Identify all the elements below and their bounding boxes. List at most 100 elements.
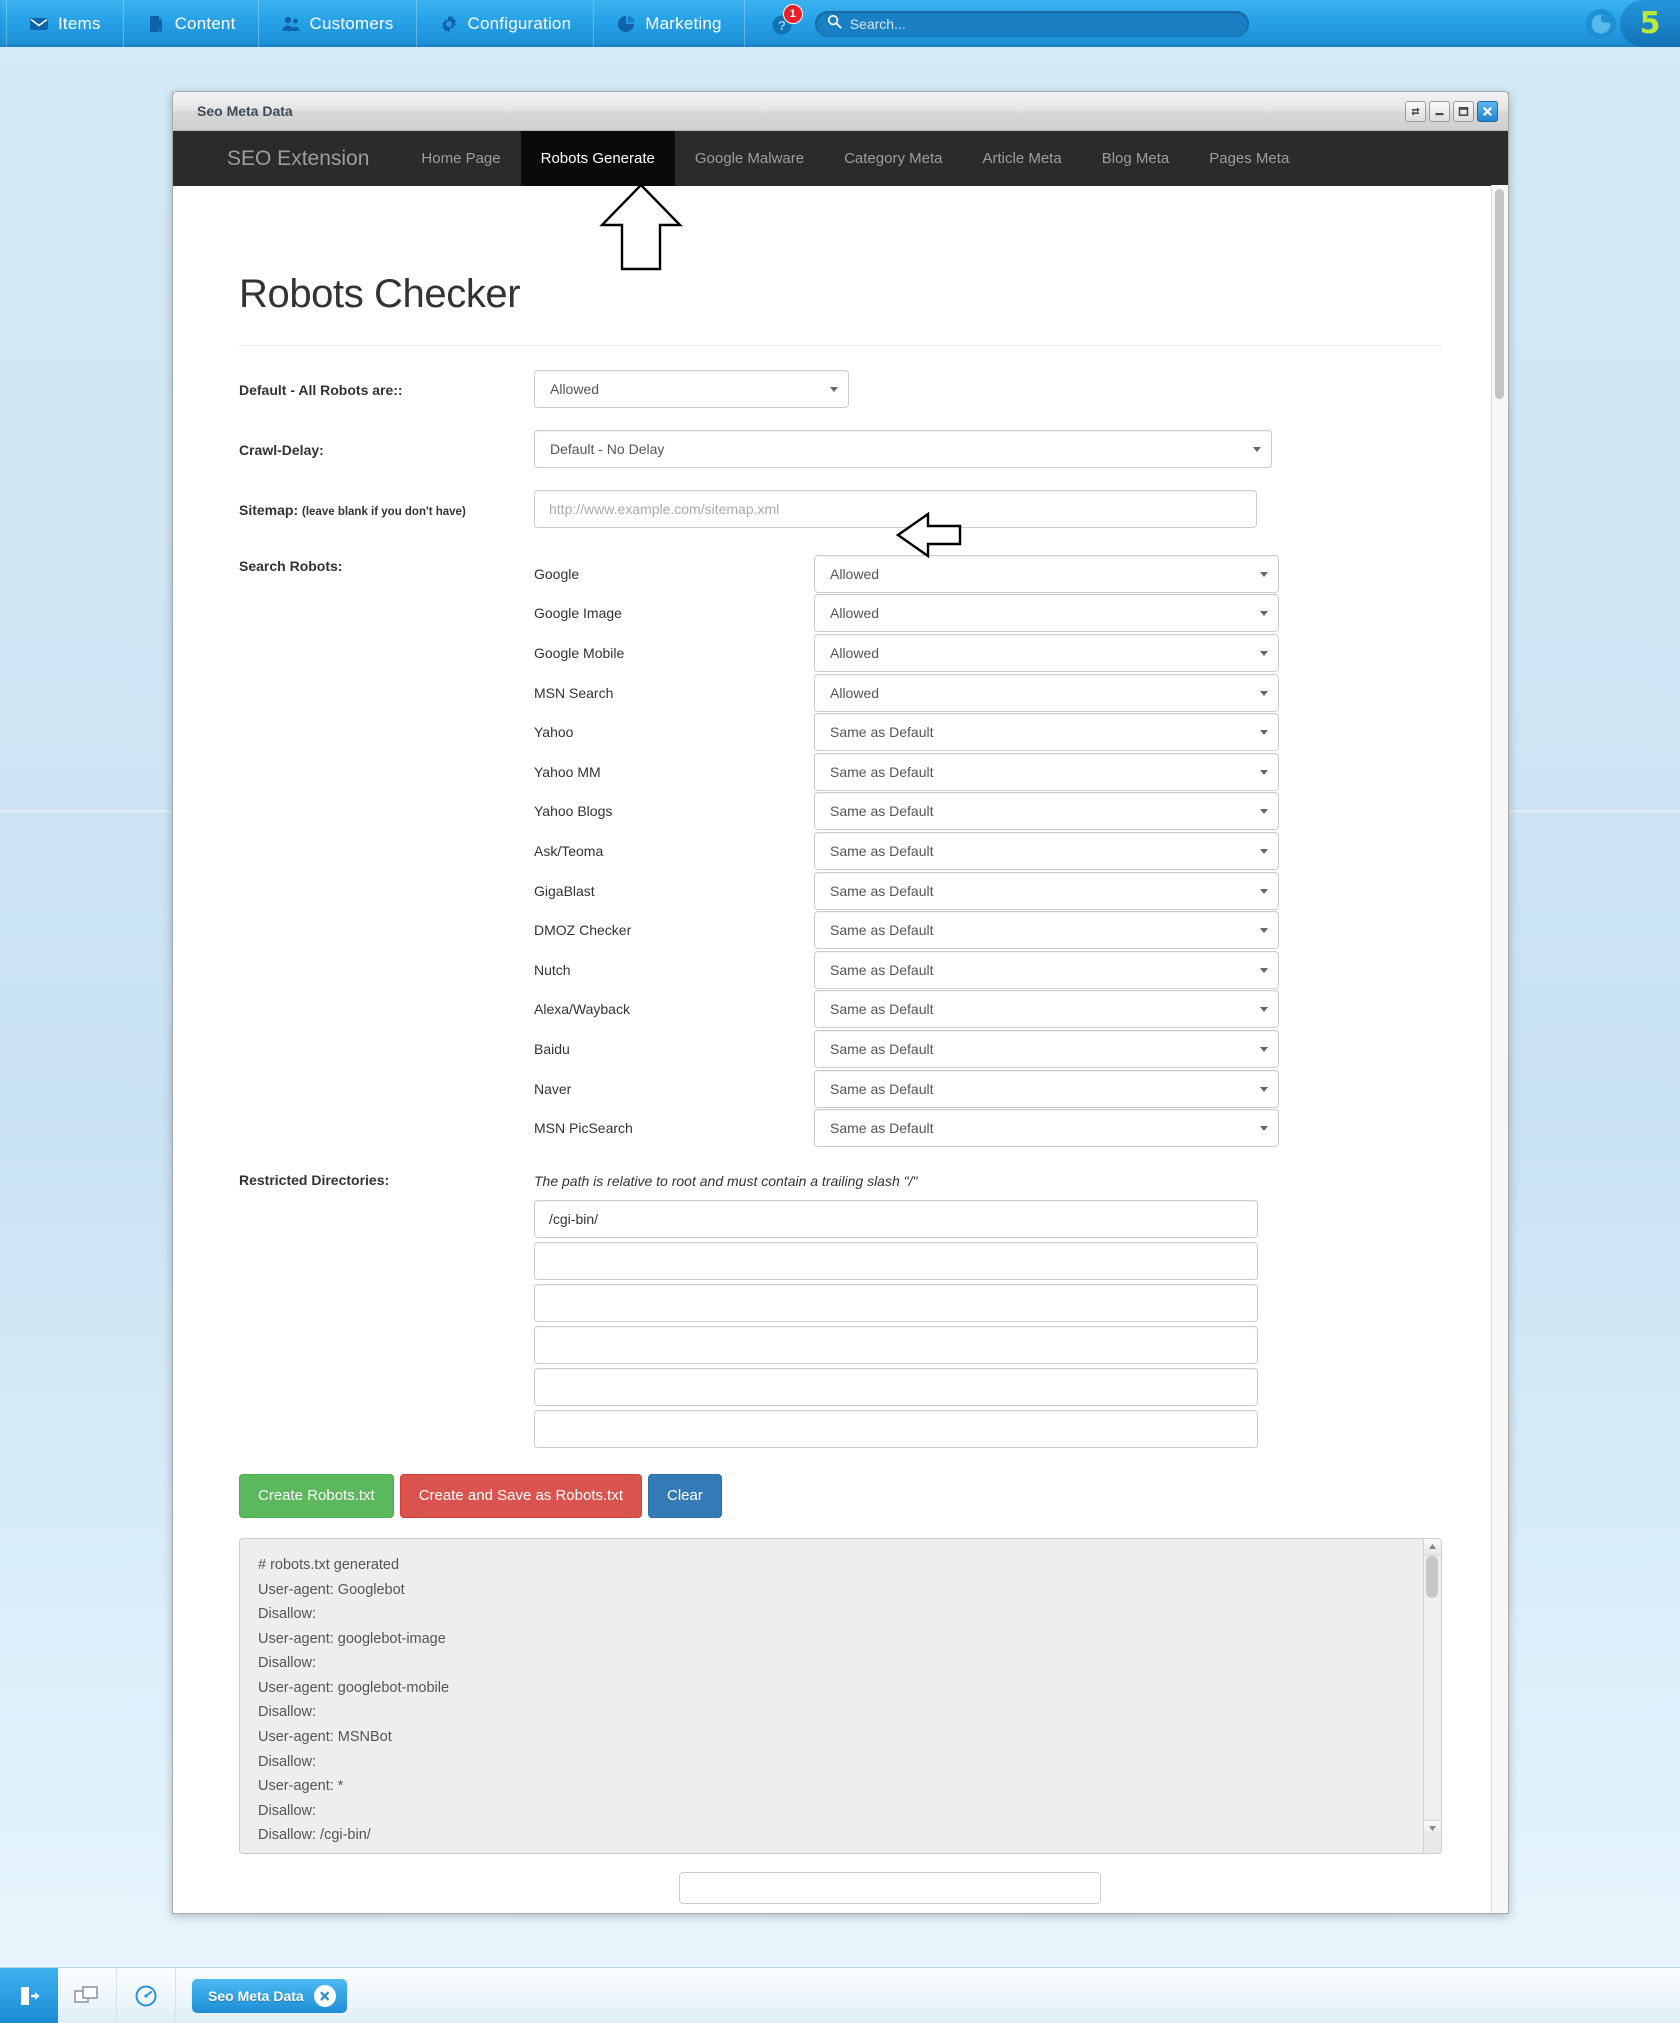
robot-select-dmoz-checker[interactable]: Same as Default <box>814 911 1279 950</box>
robot-select-alexa-wayback[interactable]: Same as Default <box>814 990 1279 1029</box>
crawl-delay-select[interactable]: Default - No Delay <box>534 430 1272 468</box>
resize-grip-icon[interactable] <box>1424 1836 1441 1853</box>
robot-select-yahoo-mm[interactable]: Same as Default <box>814 752 1279 791</box>
gauge-icon[interactable] <box>117 1968 176 2023</box>
chevron-down-icon <box>1260 1007 1268 1013</box>
clear-button[interactable]: Clear <box>648 1473 722 1518</box>
robot-select-naver[interactable]: Same as Default <box>814 1069 1279 1108</box>
windows-icon[interactable] <box>58 1968 117 2023</box>
chevron-down-icon <box>1253 447 1261 452</box>
taskbar-task-seo-meta-data[interactable]: Seo Meta Data ✕ <box>192 1978 347 2013</box>
tab-blog-meta[interactable]: Blog Meta <box>1082 131 1190 186</box>
robot-name: Yahoo MM <box>534 763 601 780</box>
robot-name: Baidu <box>534 1040 570 1057</box>
robot-name: MSN PicSearch <box>534 1120 633 1137</box>
topbar-item-label: Items <box>58 13 101 33</box>
robot-select-yahoo[interactable]: Same as Default <box>814 713 1279 752</box>
scroll-up-icon[interactable] <box>1424 1538 1441 1556</box>
restricted-directory-input-4[interactable] <box>534 1325 1258 1364</box>
tab-article-meta[interactable]: Article Meta <box>962 131 1081 186</box>
tab-home-page[interactable]: Home Page <box>401 131 520 186</box>
robot-name: Alexa/Wayback <box>534 1001 630 1018</box>
robot-name: Google Mobile <box>534 644 625 661</box>
topbar-item-configuration[interactable]: Configuration <box>417 0 595 47</box>
create-and-save-robots-button[interactable]: Create and Save as Robots.txt <box>399 1473 642 1518</box>
robot-select-msn-picsearch[interactable]: Same as Default <box>814 1109 1279 1148</box>
tab-category-meta[interactable]: Category Meta <box>824 131 962 186</box>
robot-select-google-mobile[interactable]: Allowed <box>814 633 1279 672</box>
bottom-partial-field[interactable] <box>679 1871 1101 1904</box>
robot-select-msn-search[interactable]: Allowed <box>814 673 1279 712</box>
taskbar-task-label: Seo Meta Data <box>208 1987 304 2004</box>
robot-select-ask-teoma[interactable]: Same as Default <box>814 831 1279 870</box>
tab-pages-meta[interactable]: Pages Meta <box>1189 131 1309 186</box>
field-row-restricted-directories: Restricted Directories: The path is rela… <box>239 1164 1442 1452</box>
search-icon <box>827 14 842 34</box>
restricted-directory-input-1[interactable]: /cgi-bin/ <box>534 1199 1258 1238</box>
robot-select-yahoo-blogs[interactable]: Same as Default <box>814 792 1279 831</box>
robot-row-google-mobile: Google Mobile Allowed <box>534 633 1442 673</box>
robot-value: Same as Default <box>830 1040 934 1057</box>
default-robots-select[interactable]: Allowed <box>534 370 849 408</box>
maximize-icon[interactable] <box>1453 100 1474 122</box>
restricted-directory-input-6[interactable] <box>534 1409 1258 1448</box>
restore-icon[interactable] <box>1405 100 1426 122</box>
gear-icon <box>439 14 459 34</box>
robot-row-google: Google Allowed <box>534 554 1442 594</box>
robots-output-textarea[interactable]: # robots.txt generated User-agent: Googl… <box>239 1537 1442 1854</box>
robot-value: Allowed <box>830 644 880 661</box>
chevron-down-icon <box>1260 611 1268 617</box>
topbar-item-label: Marketing <box>645 13 722 33</box>
close-icon[interactable]: ✕ <box>313 1984 336 2007</box>
robot-select-google[interactable]: Allowed <box>814 554 1279 593</box>
minimize-icon[interactable] <box>1429 100 1450 122</box>
window-titlebar[interactable]: Seo Meta Data <box>172 91 1509 131</box>
topbar-item-marketing[interactable]: Marketing <box>594 0 745 47</box>
crawl-delay-label: Crawl-Delay: <box>239 442 324 458</box>
logout-icon[interactable] <box>0 1968 58 2023</box>
robot-name: Naver <box>534 1080 572 1097</box>
restricted-directory-value: /cgi-bin/ <box>549 1210 599 1227</box>
robot-select-gigablast[interactable]: Same as Default <box>814 871 1279 910</box>
chevron-down-icon <box>1260 928 1268 934</box>
action-buttons: Create Robots.txt Create and Save as Rob… <box>239 1473 1442 1518</box>
robot-value: Same as Default <box>830 724 934 741</box>
close-icon[interactable] <box>1477 100 1498 122</box>
restricted-directory-input-2[interactable] <box>534 1241 1258 1280</box>
restricted-directory-input-3[interactable] <box>534 1283 1258 1322</box>
robot-select-baidu[interactable]: Same as Default <box>814 1029 1279 1068</box>
robot-select-nutch[interactable]: Same as Default <box>814 950 1279 989</box>
window-title: Seo Meta Data <box>197 103 293 119</box>
robot-select-google-image[interactable]: Allowed <box>814 594 1279 633</box>
robots-output-text: # robots.txt generated User-agent: Googl… <box>258 1556 450 1844</box>
output-scrollbar-thumb[interactable] <box>1426 1555 1438 1598</box>
restricted-directory-input-5[interactable] <box>534 1367 1258 1406</box>
help-button[interactable]: ? 1 <box>745 0 809 47</box>
robot-value: Same as Default <box>830 1120 934 1137</box>
create-robots-button[interactable]: Create Robots.txt <box>239 1473 394 1518</box>
tab-robots-generate[interactable]: Robots Generate <box>520 131 675 186</box>
sitemap-input[interactable]: http://www.example.com/sitemap.xml <box>534 490 1257 528</box>
brand-logo: 5 <box>1560 0 1680 47</box>
nav-brand[interactable]: SEO Extension <box>227 147 401 171</box>
robot-name: Yahoo <box>534 724 574 741</box>
search-input[interactable]: Search... <box>814 10 1249 37</box>
users-icon <box>281 14 301 34</box>
page-content: Robots Checker Default - All Robots are:… <box>173 272 1508 1904</box>
field-row-crawl-delay: Crawl-Delay: Default - No Delay <box>239 430 1442 468</box>
chevron-down-icon <box>1260 809 1268 815</box>
topbar-item-items[interactable]: Items <box>6 0 124 47</box>
robot-name: Ask/Teoma <box>534 842 604 859</box>
scroll-down-icon[interactable] <box>1424 1819 1441 1837</box>
tab-google-malware[interactable]: Google Malware <box>675 131 824 186</box>
search-placeholder: Search... <box>849 15 906 32</box>
topbar-item-customers[interactable]: Customers <box>259 0 417 47</box>
robot-value: Same as Default <box>830 961 934 978</box>
sitemap-label-text: Sitemap: <box>239 502 299 518</box>
default-robots-value: Allowed <box>550 381 600 397</box>
brand-version: 5 <box>1620 0 1680 47</box>
topbar-item-content[interactable]: Content <box>124 0 259 47</box>
admin-topbar: Items Content Customers Configuration Ma… <box>0 0 1680 47</box>
output-scrollbar[interactable] <box>1423 1538 1441 1853</box>
chevron-down-icon <box>1260 730 1268 736</box>
